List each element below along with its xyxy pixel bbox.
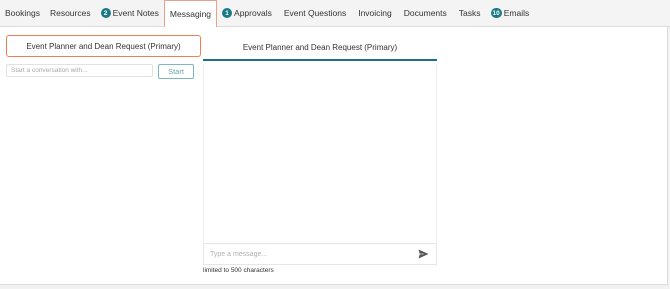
tab-label: Invoicing	[358, 8, 392, 18]
count-badge: 1	[222, 8, 233, 18]
conversation-title: Event Planner and Dean Request (Primary)	[26, 41, 181, 51]
tab-invoicing[interactable]: Invoicing	[353, 0, 397, 27]
count-badge: 2	[100, 8, 111, 18]
messaging-panel: Event Planner and Dean Request (Primary)…	[0, 27, 668, 285]
tab-label: Approvals	[234, 8, 272, 18]
chat-header: Event Planner and Dean Request (Primary)	[203, 35, 437, 61]
send-icon[interactable]	[417, 248, 429, 260]
count-badge: 10	[490, 8, 502, 18]
tab-tasks[interactable]: Tasks	[454, 0, 486, 27]
conversation-item[interactable]: Event Planner and Dean Request (Primary)	[6, 35, 201, 57]
tab-resources[interactable]: Resources	[45, 0, 96, 27]
message-thread	[203, 63, 437, 266]
chat-title: Event Planner and Dean Request (Primary)	[242, 42, 398, 52]
message-input[interactable]	[204, 244, 417, 264]
tab-label: Tasks	[458, 8, 481, 18]
tab-label: Emails	[503, 8, 530, 18]
tab-event-questions[interactable]: Event Questions	[279, 0, 351, 27]
message-composer	[203, 243, 437, 265]
tab-messaging[interactable]: Messaging	[163, 0, 218, 27]
tab-label: Event Questions	[283, 8, 347, 18]
tab-label: Event Notes	[112, 8, 159, 18]
tab-event-notes[interactable]: 2 Event Notes	[96, 0, 164, 27]
tab-label: Resources	[49, 8, 91, 18]
tab-bookings[interactable]: Bookings	[0, 0, 45, 27]
start-conversation-input[interactable]	[6, 64, 153, 77]
start-button[interactable]: Start	[158, 64, 194, 79]
tab-label: Documents	[403, 8, 447, 18]
tab-bar: Bookings Resources 2 Event Notes Messagi…	[0, 0, 670, 27]
tab-emails[interactable]: 10 Emails	[486, 0, 535, 27]
character-limit-note: limited to 500 characters	[203, 267, 274, 274]
tab-documents[interactable]: Documents	[399, 0, 452, 27]
tab-approvals[interactable]: 1 Approvals	[217, 0, 277, 27]
tab-label: Bookings	[5, 8, 40, 18]
tab-label: Messaging	[169, 8, 212, 19]
